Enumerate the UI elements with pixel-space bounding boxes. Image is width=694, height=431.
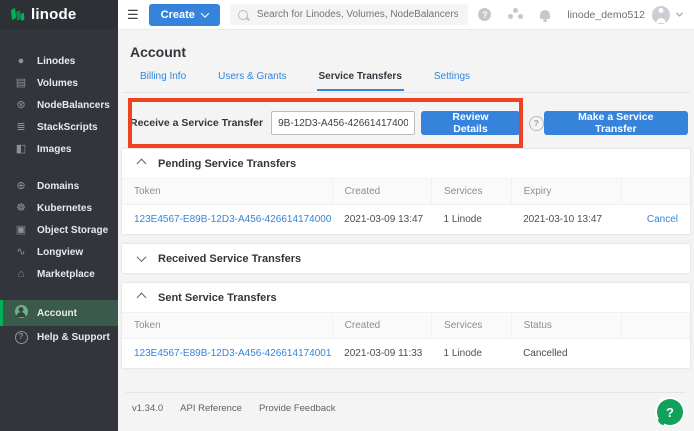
username: linode_demo512 (567, 9, 645, 21)
provide-feedback-link[interactable]: Provide Feedback (259, 403, 336, 414)
search-input[interactable] (255, 8, 460, 21)
help-chat-bubble-icon[interactable]: ? (657, 399, 683, 425)
sidebar-item-domains[interactable]: ⊕ Domains (0, 175, 118, 197)
domains-globe-icon: ⊕ (14, 181, 28, 192)
help-tooltip-icon[interactable]: ? (529, 116, 544, 131)
token-link[interactable]: 123E4567-E89B-12D3-A456-426614174001 (134, 348, 331, 359)
col-header-status: Status (511, 313, 622, 339)
col-header-token: Token (122, 313, 332, 339)
pending-transfers-header[interactable]: Pending Service Transfers (122, 149, 690, 178)
review-details-button[interactable]: Review Details (421, 111, 520, 135)
nodebalancer-icon: ⊛ (14, 100, 28, 111)
search-icon (238, 10, 248, 20)
make-service-transfer-button[interactable]: Make a Service Transfer (544, 111, 688, 135)
sent-transfers-table: Token Created Services Status 123E4567-E… (122, 312, 690, 368)
tab-billing-info[interactable]: Billing Info (138, 71, 188, 91)
images-icon: ◧ (14, 144, 28, 155)
topbar-icons: ? linode_demo512 (478, 6, 682, 24)
sidebar-item-stackscripts[interactable]: ≣ StackScripts (0, 116, 118, 138)
longview-pulse-icon: ∿ (14, 247, 28, 258)
col-header-token: Token (122, 179, 332, 205)
sidebar-item-kubernetes[interactable]: ☸ Kubernetes (0, 197, 118, 219)
user-menu[interactable]: linode_demo512 (567, 6, 682, 24)
created-cell: 2021-03-09 13:47 (332, 205, 431, 235)
create-button[interactable]: Create (149, 4, 220, 26)
col-header-services: Services (432, 179, 512, 205)
object-storage-bucket-icon: ▣ (14, 225, 28, 236)
sidebar-item-images[interactable]: ◧ Images (0, 138, 118, 160)
kubernetes-helm-icon: ☸ (14, 203, 28, 214)
marketplace-bag-icon: ⌂ (14, 269, 28, 280)
linode-logo[interactable]: linode (0, 0, 118, 29)
account-person-icon (15, 305, 28, 318)
tab-service-transfers[interactable]: Service Transfers (317, 71, 404, 91)
sidebar-item-marketplace[interactable]: ⌂ Marketplace (0, 263, 118, 285)
received-transfers-header[interactable]: Received Service Transfers (122, 244, 690, 273)
table-row: 123E4567-E89B-12D3-A456-426614174000 202… (122, 205, 690, 235)
col-header-expiry: Expiry (511, 179, 622, 205)
logo-text: linode (31, 6, 76, 23)
api-reference-link[interactable]: API Reference (180, 403, 242, 414)
search-bar[interactable] (230, 4, 468, 25)
pending-transfers-table: Token Created Services Expiry 123E4567-E… (122, 178, 690, 234)
receive-transfer-label: Receive a Service Transfer (130, 117, 263, 129)
pending-transfers-card: Pending Service Transfers Token Created … (122, 149, 690, 234)
content-area: Account Billing Info Users & Grants Serv… (118, 30, 694, 431)
sidebar-item-linodes[interactable]: ● Linodes (0, 50, 118, 72)
sidebar-item-help-support[interactable]: ? Help & Support (0, 326, 118, 348)
stackscripts-icon: ≣ (14, 122, 28, 133)
version-label: v1.34.0 (132, 403, 163, 414)
received-transfers-card: Received Service Transfers (122, 244, 690, 273)
help-icon[interactable]: ? (478, 8, 491, 21)
table-row: 123E4567-E89B-12D3-A456-426614174001 202… (122, 339, 690, 369)
col-header-services: Services (432, 313, 512, 339)
expiry-cell: 2021-03-10 13:47 (511, 205, 622, 235)
token-link[interactable]: 123E4567-E89B-12D3-A456-426614174000 (134, 214, 331, 225)
col-header-empty (622, 313, 690, 339)
hamburger-menu-icon[interactable]: ☰ (127, 8, 139, 21)
tab-bar: Billing Info Users & Grants Service Tran… (138, 71, 690, 92)
chevron-down-icon (676, 10, 683, 17)
col-header-created: Created (332, 179, 431, 205)
sent-transfers-card: Sent Service Transfers Token Created Ser… (122, 283, 690, 368)
sidebar-item-nodebalancers[interactable]: ⊛ NodeBalancers (0, 94, 118, 116)
help-question-icon: ? (15, 331, 28, 344)
sidebar-item-account[interactable]: Account (0, 300, 118, 326)
sidebar-item-volumes[interactable]: ▤ Volumes (0, 72, 118, 94)
tab-settings[interactable]: Settings (432, 71, 472, 91)
created-cell: 2021-03-09 11:33 (332, 339, 431, 369)
col-header-actions (622, 179, 690, 205)
transfer-actions-row: Receive a Service Transfer Review Detail… (130, 110, 688, 136)
linode-icon: ● (14, 56, 28, 67)
collapse-chevron-icon (137, 159, 147, 169)
community-icon[interactable] (508, 8, 523, 21)
footer: v1.34.0 API Reference Provide Feedback (126, 392, 686, 414)
notifications-bell-icon[interactable] (540, 10, 550, 19)
collapse-chevron-icon (137, 293, 147, 303)
linode-logo-icon (10, 7, 25, 23)
sidebar-nav: ● Linodes ▤ Volumes ⊛ NodeBalancers ≣ St… (0, 29, 118, 363)
page-title: Account (130, 44, 690, 60)
expand-chevron-icon (137, 252, 147, 262)
tabs-divider (122, 92, 690, 93)
services-cell: 1 Linode (432, 339, 512, 369)
sidebar-item-longview[interactable]: ∿ Longview (0, 241, 118, 263)
main-column: ☰ Create ? linode_demo512 Acc (118, 0, 694, 431)
chevron-down-icon (201, 9, 209, 17)
sent-transfers-header[interactable]: Sent Service Transfers (122, 283, 690, 312)
col-header-created: Created (332, 313, 431, 339)
receive-token-input[interactable] (271, 111, 415, 135)
volumes-icon: ▤ (14, 78, 28, 89)
sidebar: linode ● Linodes ▤ Volumes ⊛ NodeBalance… (0, 0, 118, 431)
status-cell: Cancelled (511, 339, 622, 369)
topbar: ☰ Create ? linode_demo512 (118, 0, 694, 30)
services-cell: 1 Linode (432, 205, 512, 235)
tab-users-grants[interactable]: Users & Grants (216, 71, 288, 91)
app-window: linode ● Linodes ▤ Volumes ⊛ NodeBalance… (0, 0, 694, 431)
cancel-link[interactable]: Cancel (647, 214, 678, 225)
avatar (652, 6, 670, 24)
sidebar-item-object-storage[interactable]: ▣ Object Storage (0, 219, 118, 241)
